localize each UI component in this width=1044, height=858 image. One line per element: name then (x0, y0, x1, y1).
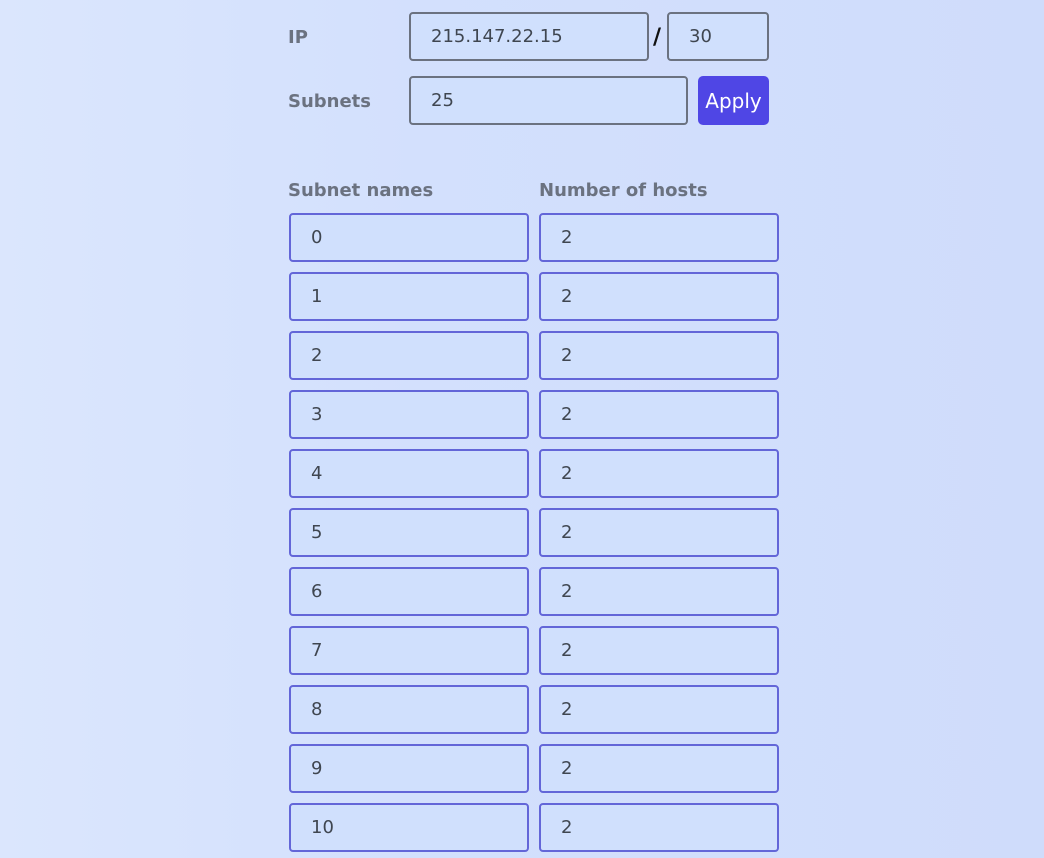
host-count-input[interactable]: 2 (539, 803, 779, 852)
number-of-hosts-header: Number of hosts (539, 180, 708, 201)
subnet-names-header: Subnet names (288, 180, 434, 201)
subnet-name-input[interactable]: 8 (289, 685, 529, 734)
host-count-input[interactable]: 2 (539, 213, 779, 262)
subnet-name-input[interactable]: 10 (289, 803, 529, 852)
host-count-input[interactable]: 2 (539, 508, 779, 557)
subnet-name-input[interactable]: 2 (289, 331, 529, 380)
ip-address-input[interactable]: 215.147.22.15 (409, 12, 649, 61)
prefix-length-input[interactable]: 30 (667, 12, 769, 61)
subnet-name-input[interactable]: 0 (289, 213, 529, 262)
ip-label: IP (288, 27, 308, 48)
subnet-name-input[interactable]: 1 (289, 272, 529, 321)
subnet-name-input[interactable]: 3 (289, 390, 529, 439)
subnet-name-input[interactable]: 9 (289, 744, 529, 793)
subnets-label: Subnets (288, 91, 372, 112)
prefix-separator: / (653, 25, 662, 50)
subnet-name-input[interactable]: 5 (289, 508, 529, 557)
host-count-input[interactable]: 2 (539, 744, 779, 793)
host-count-input[interactable]: 2 (539, 685, 779, 734)
host-count-input[interactable]: 2 (539, 567, 779, 616)
subnet-count-input[interactable]: 25 (409, 76, 688, 125)
apply-button[interactable]: Apply (698, 76, 769, 125)
host-count-input[interactable]: 2 (539, 272, 779, 321)
host-count-input[interactable]: 2 (539, 331, 779, 380)
host-count-input[interactable]: 2 (539, 626, 779, 675)
subnet-name-input[interactable]: 7 (289, 626, 529, 675)
subnet-name-input[interactable]: 4 (289, 449, 529, 498)
host-count-input[interactable]: 2 (539, 390, 779, 439)
host-count-input[interactable]: 2 (539, 449, 779, 498)
subnet-name-input[interactable]: 6 (289, 567, 529, 616)
